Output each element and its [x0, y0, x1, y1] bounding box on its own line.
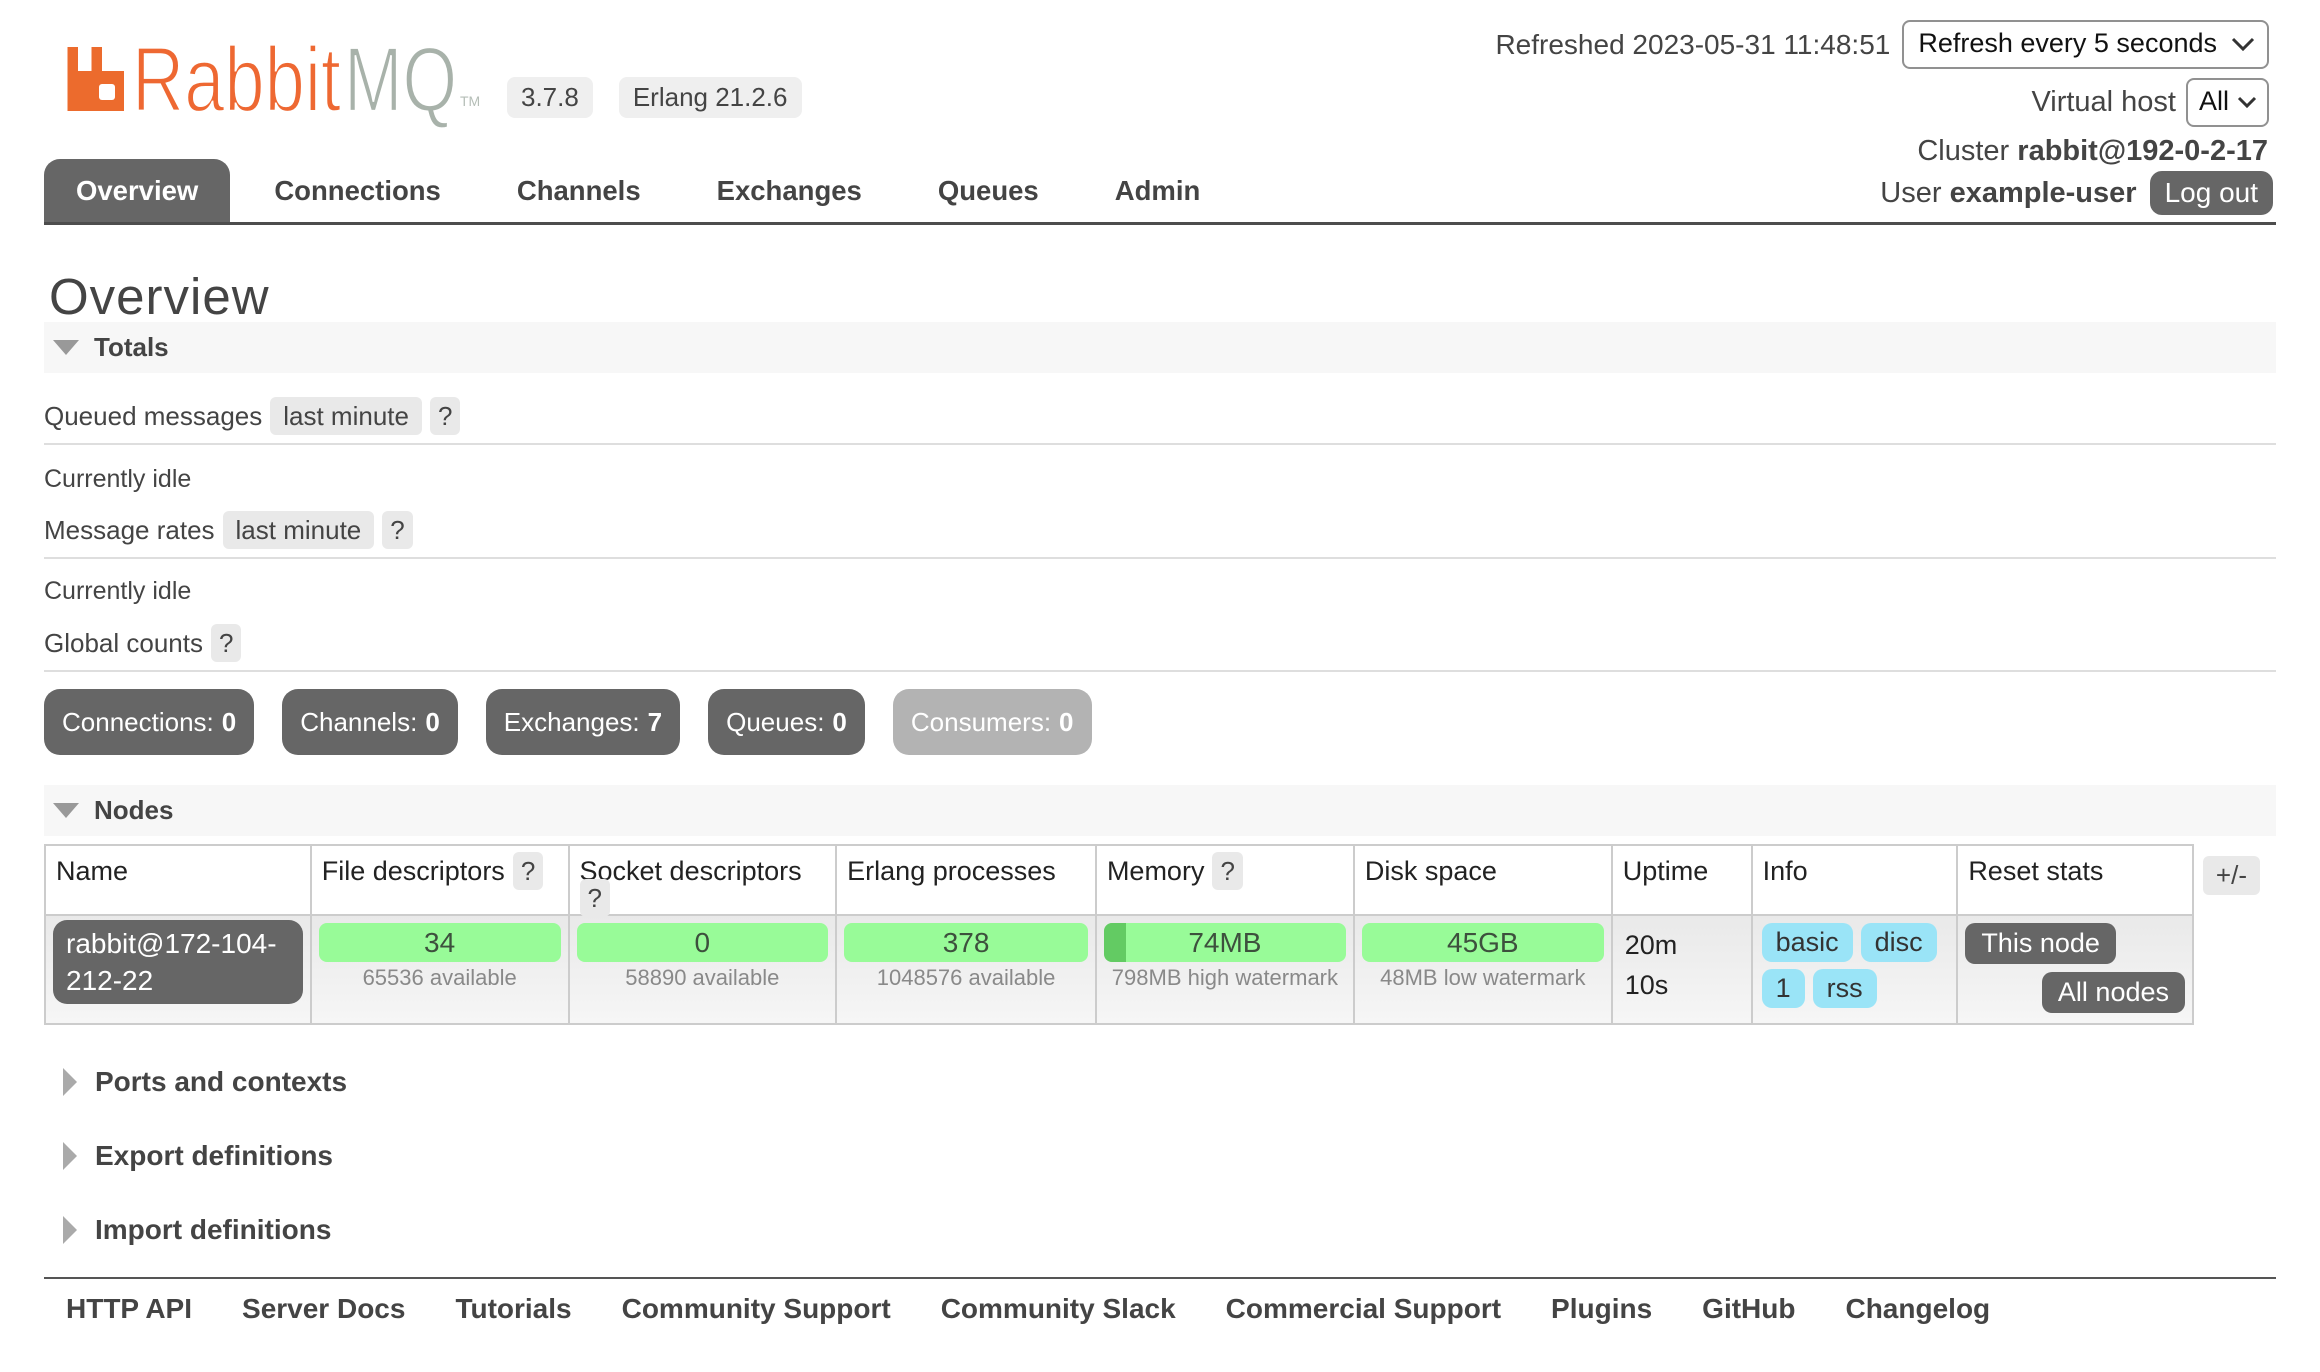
- svg-text:MQ: MQ: [344, 29, 457, 131]
- svg-text:Rabbit: Rabbit: [132, 28, 341, 131]
- svg-text:TM: TM: [460, 93, 480, 109]
